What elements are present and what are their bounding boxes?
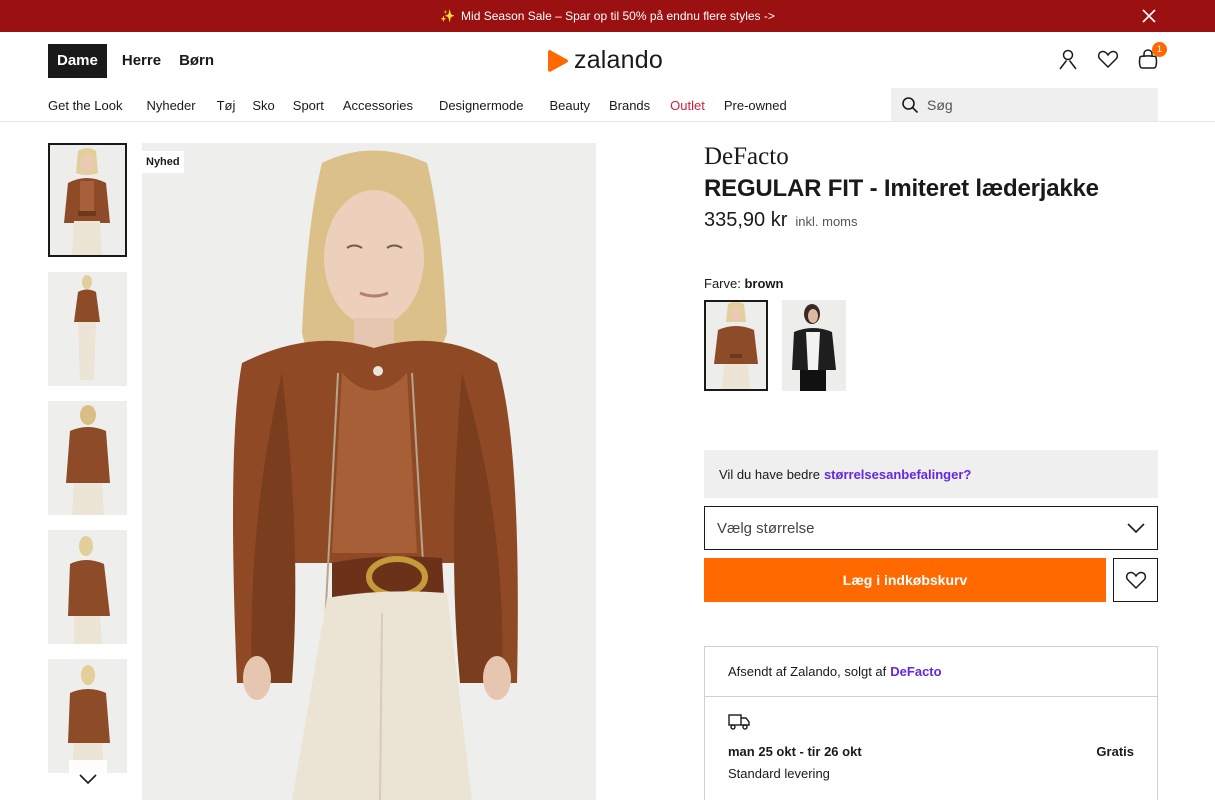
gender-tabs: Dame Herre Børn bbox=[48, 44, 223, 78]
price-row: 335,90 kr inkl. moms bbox=[704, 209, 1158, 232]
color-value: brown bbox=[744, 276, 784, 291]
thumbnail-image bbox=[48, 143, 127, 257]
header-icons: 1 bbox=[1057, 42, 1167, 70]
swatch-image bbox=[704, 300, 768, 391]
nav-accessories[interactable]: Accessories bbox=[343, 98, 413, 113]
chevron-down-icon bbox=[1127, 523, 1145, 533]
tab-born[interactable]: Børn bbox=[170, 44, 223, 78]
nav-nyheder[interactable]: Nyheder bbox=[146, 98, 195, 113]
add-to-cart-button[interactable]: Læg i indkøbskurv bbox=[704, 558, 1106, 602]
bag-button[interactable]: 1 bbox=[1137, 42, 1167, 70]
vat-note: inkl. moms bbox=[795, 214, 858, 229]
thumbnail-image bbox=[48, 659, 127, 773]
search-input[interactable] bbox=[927, 96, 1147, 113]
main-nav: Get the Look Nyheder Tøj Sko Sport Acces… bbox=[48, 98, 787, 113]
heart-icon[interactable] bbox=[1097, 48, 1119, 70]
promo-text: Mid Season Sale – Spar op til 50% på end… bbox=[461, 9, 775, 23]
promo-banner[interactable]: ✨ Mid Season Sale – Spar op til 50% på e… bbox=[0, 0, 1215, 32]
swatch-brown[interactable] bbox=[704, 300, 768, 391]
search-icon bbox=[902, 96, 919, 113]
nav-sko[interactable]: Sko bbox=[252, 98, 274, 113]
nav-pre-owned[interactable]: Pre-owned bbox=[724, 98, 787, 113]
nav-get-the-look[interactable]: Get the Look bbox=[48, 98, 122, 113]
size-reco-link[interactable]: størrelsesanbefalinger? bbox=[824, 467, 971, 482]
search-bar[interactable] bbox=[891, 88, 1158, 121]
wishlist-button[interactable] bbox=[1113, 558, 1158, 602]
nav-outlet[interactable]: Outlet bbox=[670, 98, 705, 113]
nav-toj[interactable]: Tøj bbox=[217, 98, 236, 113]
new-badge: Nyhed bbox=[142, 151, 184, 173]
thumbnail-3[interactable] bbox=[48, 401, 127, 515]
seller-info: Afsendt af Zalando, solgt af DeFacto bbox=[705, 647, 1157, 697]
thumbnail-image bbox=[48, 401, 127, 515]
product-title: REGULAR FIT - Imiteret læderjakke bbox=[704, 175, 1099, 202]
product-price: 335,90 kr bbox=[704, 209, 788, 231]
size-reco-text: Vil du have bedre bbox=[719, 466, 820, 482]
brand-name[interactable]: DeFacto bbox=[704, 143, 1158, 171]
thumbnail-5[interactable] bbox=[48, 659, 127, 773]
logo-mark-icon bbox=[548, 49, 568, 72]
nav-beauty[interactable]: Beauty bbox=[549, 98, 589, 113]
delivery-type: Standard levering bbox=[728, 766, 830, 781]
tab-dame[interactable]: Dame bbox=[48, 44, 107, 78]
thumbnail-1[interactable] bbox=[48, 143, 127, 257]
user-icon[interactable] bbox=[1057, 48, 1079, 70]
sparkle-icon: ✨ bbox=[440, 9, 456, 23]
main-product-image[interactable]: Nyhed bbox=[142, 143, 596, 800]
delivery-price: Gratis bbox=[1096, 744, 1134, 759]
site-header: Dame Herre Børn zalando 1 Get the Look N… bbox=[0, 32, 1215, 122]
swatch-black[interactable] bbox=[782, 300, 846, 391]
truck-icon bbox=[728, 714, 750, 730]
size-recommendation: Vil du have bedre størrelsesanbefalinger… bbox=[704, 450, 1158, 498]
seller-link[interactable]: DeFacto bbox=[890, 664, 941, 679]
size-select-label: Vælg størrelse bbox=[717, 519, 815, 537]
close-icon[interactable] bbox=[1141, 8, 1157, 24]
thumbnail-image bbox=[48, 530, 127, 644]
heart-icon bbox=[1125, 571, 1146, 590]
delivery-dates: man 25 okt - tir 26 okt bbox=[728, 744, 862, 759]
thumbnail-list bbox=[48, 143, 127, 788]
cart-count-badge: 1 bbox=[1152, 42, 1167, 57]
color-label: Farve: brown bbox=[704, 276, 783, 291]
nav-brands[interactable]: Brands bbox=[609, 98, 650, 113]
nav-sport[interactable]: Sport bbox=[293, 98, 324, 113]
size-select[interactable]: Vælg størrelse bbox=[704, 506, 1158, 550]
thumbnail-4[interactable] bbox=[48, 530, 127, 644]
thumbnail-image bbox=[48, 272, 127, 386]
zalando-logo[interactable]: zalando bbox=[547, 46, 663, 75]
seller-text: Afsendt af Zalando, solgt af bbox=[728, 664, 887, 679]
tab-herre[interactable]: Herre bbox=[113, 44, 170, 78]
thumbnail-2[interactable] bbox=[48, 272, 127, 386]
product-info: DeFacto REGULAR FIT - Imiteret læderjakk… bbox=[704, 143, 1158, 391]
chevron-down-icon bbox=[79, 774, 97, 784]
color-swatches bbox=[704, 300, 846, 391]
swatch-image bbox=[782, 300, 846, 391]
product-photo bbox=[142, 143, 596, 800]
nav-designermode[interactable]: Designermode bbox=[439, 98, 524, 113]
color-label-text: Farve: bbox=[704, 276, 741, 291]
logo-text: zalando bbox=[574, 46, 663, 74]
shipping-info: Afsendt af Zalando, solgt af DeFacto man… bbox=[704, 646, 1158, 800]
thumbnails-scroll-down-button[interactable] bbox=[69, 760, 107, 798]
